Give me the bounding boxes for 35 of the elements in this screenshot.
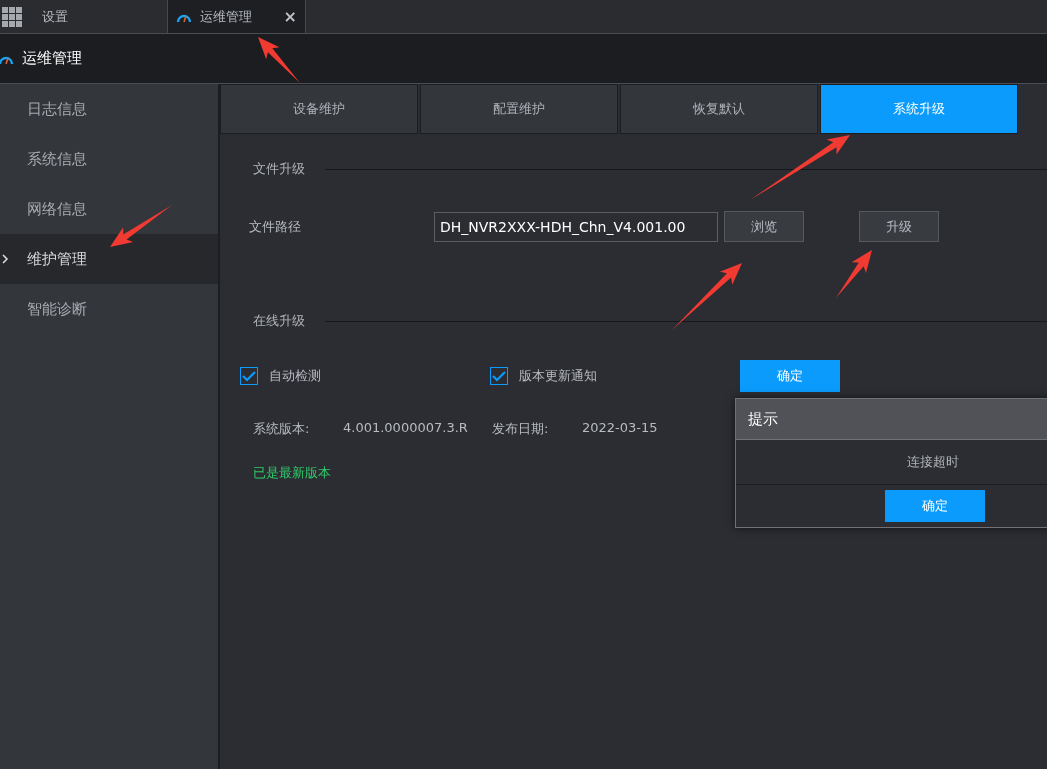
dialog-title: 提示: [736, 399, 1047, 440]
annotation-arrow: [258, 37, 300, 83]
tab[interactable]: 恢复默认: [620, 84, 818, 134]
sidebar-item[interactable]: 智能诊断: [0, 284, 218, 334]
tab[interactable]: 设备维护: [220, 84, 418, 134]
version-label: 系统版本:: [253, 420, 311, 438]
date-label: 发布日期:: [492, 420, 550, 438]
version-value: 4.001.0000007.3.R: [343, 420, 469, 437]
annotation-arrow: [672, 263, 742, 330]
input-field[interactable]: DH_NVR2XXX-HDH_Chn_V4.001.00: [434, 211, 718, 242]
field-label: 文件路径: [249, 217, 302, 236]
date-value: 2022-03-15: [582, 420, 658, 437]
section-title: 文件升级: [253, 160, 305, 178]
tab[interactable]: 配置维护: [420, 84, 618, 134]
sidebar-item[interactable]: 系统信息: [0, 134, 218, 184]
close-button[interactable]: ×: [283, 7, 297, 26]
sidebar-item[interactable]: 日志信息: [0, 84, 218, 134]
status-text: 已是最新版本: [252, 464, 332, 482]
browse-button[interactable]: 浏览: [724, 211, 804, 242]
window-tab[interactable]: 运维管理 ×: [168, 0, 306, 33]
grid-icon: [2, 6, 22, 27]
upgrade-button[interactable]: 升级: [859, 211, 939, 242]
checkbox-label: 版本更新通知: [519, 367, 597, 385]
window-tab[interactable]: 设置: [0, 0, 168, 33]
dialog-message: 连接超时: [736, 440, 1047, 485]
annotation-arrow: [836, 250, 872, 298]
section-title: 在线升级: [253, 312, 305, 330]
checkbox[interactable]: [240, 367, 258, 385]
page-title: 运维管理: [22, 49, 82, 68]
sidebar-item[interactable]: 网络信息: [0, 184, 218, 234]
checkbox[interactable]: [490, 367, 508, 385]
sidebar-item[interactable]: 维护管理: [0, 234, 218, 284]
chevron-icon: [2, 254, 9, 264]
checkbox-label: 自动检测: [269, 367, 321, 385]
annotation-arrow: [110, 205, 172, 247]
